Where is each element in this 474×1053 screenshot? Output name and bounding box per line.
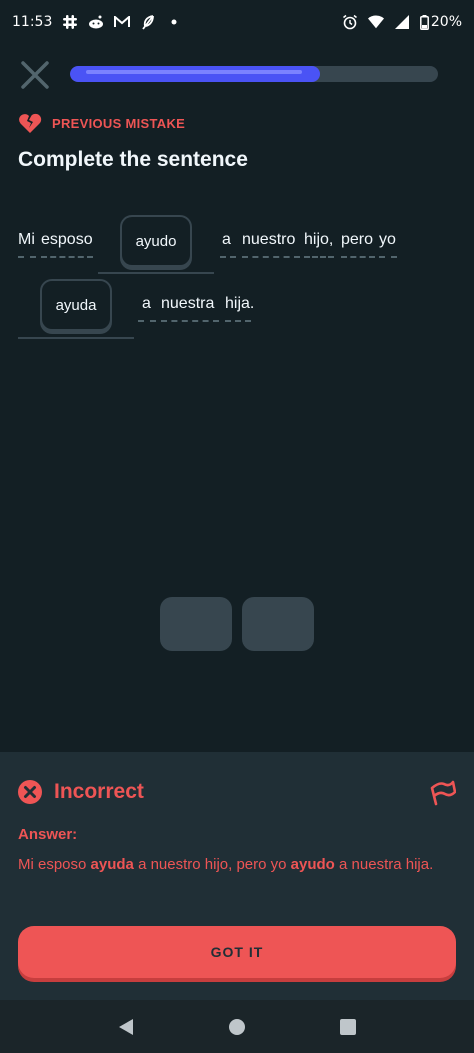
sentence-word: pero xyxy=(341,231,374,248)
lesson-progress-bar xyxy=(70,66,438,82)
x-circle-icon xyxy=(18,780,42,804)
flag-icon xyxy=(430,780,457,806)
previous-mistake-banner: PREVIOUS MISTAKE xyxy=(18,112,185,134)
answer-emphasis: ayudo xyxy=(290,856,335,873)
sentence-word: nuestro xyxy=(242,231,296,248)
sentence-word: Mi xyxy=(18,231,35,248)
sentence-word: hijo, xyxy=(304,231,334,248)
back-button[interactable] xyxy=(114,1015,138,1039)
progress-fill xyxy=(70,66,321,82)
reddit-icon xyxy=(88,14,104,30)
feather-icon xyxy=(140,14,156,30)
broken-heart-icon xyxy=(19,113,42,133)
close-icon xyxy=(21,61,49,89)
status-bar: 11:53 20% xyxy=(0,0,474,44)
battery-percent: 20% xyxy=(430,14,462,30)
report-button[interactable] xyxy=(430,778,457,806)
back-triangle-icon xyxy=(118,1018,133,1035)
sentence-word: a xyxy=(222,231,231,248)
got-it-button[interactable]: GOT IT xyxy=(18,926,456,978)
word-bank-empty-slot xyxy=(160,597,232,651)
recents-square-icon xyxy=(340,1018,357,1035)
home-circle-icon xyxy=(228,1018,245,1035)
previous-mistake-label: PREVIOUS MISTAKE xyxy=(52,115,186,131)
word-bank-chip-selected[interactable]: ayudo xyxy=(120,215,192,267)
sentence-word: hija. xyxy=(225,295,255,312)
answer-label: Answer: xyxy=(18,826,78,843)
challenge-title: Complete the sentence xyxy=(18,148,248,171)
alarm-icon xyxy=(342,14,358,30)
sentence-word: esposo xyxy=(41,231,93,248)
gmail-icon xyxy=(114,14,131,30)
status-time: 11:53 xyxy=(12,14,53,30)
close-button[interactable] xyxy=(18,58,52,92)
answer-blank-1 xyxy=(98,272,214,274)
sentence-word: nuestra xyxy=(161,295,215,312)
sentence-word: yo xyxy=(379,231,396,248)
answer-blank-2 xyxy=(18,337,134,339)
answer-emphasis: ayuda xyxy=(90,856,134,873)
result-header: Incorrect xyxy=(18,780,144,804)
signal-icon xyxy=(394,14,410,30)
result-title: Incorrect xyxy=(54,780,144,803)
word-bank-empty-slot xyxy=(242,597,314,651)
home-button[interactable] xyxy=(225,1015,249,1039)
battery-icon xyxy=(419,14,429,30)
dot-icon xyxy=(166,14,182,30)
slack-icon xyxy=(62,14,78,30)
correct-answer-text: Mi esposo ayuda a nuestro hijo, pero yo … xyxy=(18,856,434,873)
word-bank-chip-selected[interactable]: ayuda xyxy=(40,279,112,331)
recents-button[interactable] xyxy=(336,1015,360,1039)
wifi-icon xyxy=(367,14,384,30)
result-panel: Incorrect Answer: Mi esposo ayuda a nues… xyxy=(0,752,474,1000)
sentence-word: a xyxy=(142,295,151,312)
android-nav-bar xyxy=(0,1000,474,1053)
